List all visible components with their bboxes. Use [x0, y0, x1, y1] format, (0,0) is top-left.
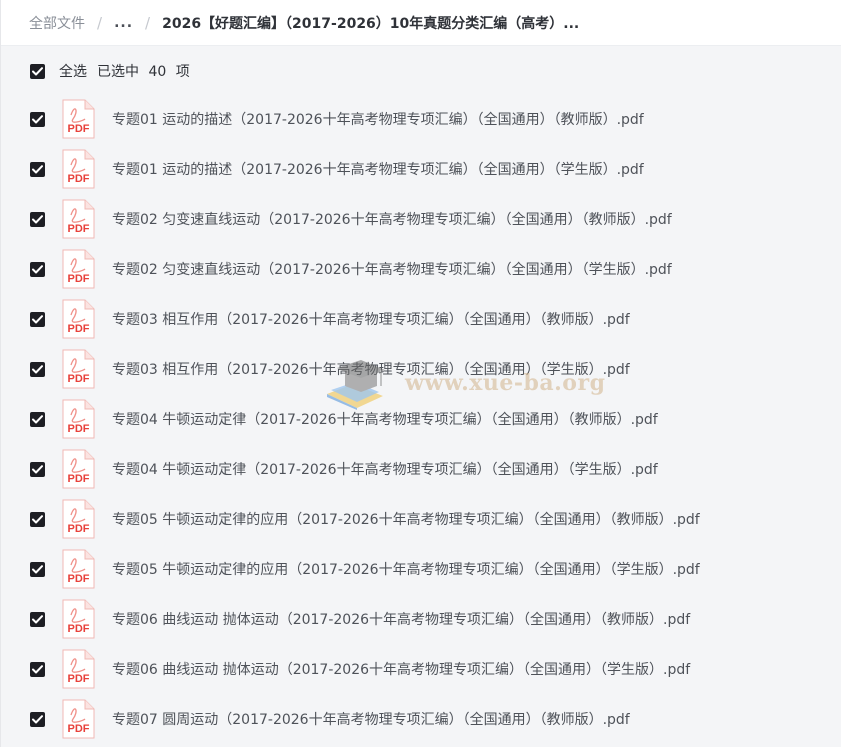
- svg-text:PDF: PDF: [68, 523, 90, 535]
- pdf-icon: PDF: [62, 199, 95, 239]
- svg-text:PDF: PDF: [68, 673, 90, 685]
- check-icon: [32, 664, 43, 673]
- file-row[interactable]: PDF 专题05 牛顿运动定律的应用（2017-2026十年高考物理专项汇编）（…: [1, 544, 841, 594]
- svg-text:PDF: PDF: [68, 623, 90, 635]
- file-browser: 全部文件 / ... / 2026【好题汇编】（2017-2026）10年真题分…: [0, 0, 841, 747]
- svg-text:PDF: PDF: [68, 373, 90, 385]
- pdf-icon: PDF: [62, 299, 95, 339]
- file-row[interactable]: PDF 专题06 曲线运动 抛体运动（2017-2026十年高考物理专项汇编）（…: [1, 594, 841, 644]
- pdf-icon: PDF: [62, 549, 95, 589]
- breadcrumb-ellipsis[interactable]: ...: [114, 15, 133, 31]
- file-checkbox[interactable]: [30, 661, 45, 677]
- svg-text:PDF: PDF: [68, 123, 90, 135]
- check-icon: [32, 314, 43, 323]
- pdf-icon: PDF: [62, 399, 95, 439]
- pdf-icon: PDF: [62, 449, 95, 489]
- svg-text:PDF: PDF: [68, 323, 90, 335]
- file-checkbox[interactable]: [30, 561, 45, 577]
- file-checkbox[interactable]: [30, 111, 45, 127]
- file-row[interactable]: PDF 专题06 曲线运动 抛体运动（2017-2026十年高考物理专项汇编）（…: [1, 644, 841, 694]
- check-icon: [32, 214, 43, 223]
- pdf-icon: PDF: [62, 699, 95, 739]
- file-row[interactable]: PDF 专题01 运动的描述（2017-2026十年高考物理专项汇编）（全国通用…: [1, 144, 841, 194]
- file-name: 专题03 相互作用（2017-2026十年高考物理专项汇编）（全国通用）（教师版…: [112, 312, 630, 328]
- file-row[interactable]: PDF 专题03 相互作用（2017-2026十年高考物理专项汇编）（全国通用）…: [1, 294, 841, 344]
- check-icon: [32, 164, 43, 173]
- svg-text:PDF: PDF: [68, 223, 90, 235]
- file-row[interactable]: PDF 专题04 牛顿运动定律（2017-2026十年高考物理专项汇编）（全国通…: [1, 444, 841, 494]
- file-row[interactable]: PDF 专题02 匀变速直线运动（2017-2026十年高考物理专项汇编）（全国…: [1, 244, 841, 294]
- check-icon: [32, 514, 43, 523]
- file-name: 专题02 匀变速直线运动（2017-2026十年高考物理专项汇编）（全国通用）（…: [112, 262, 672, 278]
- select-all-label[interactable]: 全选: [59, 61, 87, 81]
- file-name: 专题07 圆周运动（2017-2026十年高考物理专项汇编）（全国通用）（教师版…: [112, 712, 630, 728]
- file-name: 专题05 牛顿运动定律的应用（2017-2026十年高考物理专项汇编）（全国通用…: [112, 512, 700, 528]
- pdf-icon: PDF: [62, 499, 95, 539]
- file-checkbox[interactable]: [30, 211, 45, 227]
- file-name: 专题06 曲线运动 抛体运动（2017-2026十年高考物理专项汇编）（全国通用…: [112, 612, 691, 628]
- file-name: 专题05 牛顿运动定律的应用（2017-2026十年高考物理专项汇编）（全国通用…: [112, 562, 700, 578]
- svg-text:PDF: PDF: [68, 273, 90, 285]
- file-checkbox[interactable]: [30, 161, 45, 177]
- svg-text:PDF: PDF: [68, 723, 90, 735]
- pdf-icon: PDF: [62, 349, 95, 389]
- svg-text:PDF: PDF: [68, 423, 90, 435]
- check-icon: [32, 114, 43, 123]
- file-name: 专题01 运动的描述（2017-2026十年高考物理专项汇编）（全国通用）（教师…: [112, 112, 644, 128]
- svg-text:PDF: PDF: [68, 573, 90, 585]
- check-icon: [32, 714, 43, 723]
- breadcrumb-separator: /: [145, 13, 151, 32]
- file-row[interactable]: PDF 专题02 匀变速直线运动（2017-2026十年高考物理专项汇编）（全国…: [1, 194, 841, 244]
- file-name: 专题02 匀变速直线运动（2017-2026十年高考物理专项汇编）（全国通用）（…: [112, 212, 672, 228]
- file-checkbox[interactable]: [30, 461, 45, 477]
- breadcrumb-current-folder: 2026【好题汇编】（2017-2026）10年真题分类汇编（高考）...: [162, 15, 580, 32]
- check-icon: [32, 364, 43, 373]
- pdf-icon: PDF: [62, 599, 95, 639]
- pdf-icon: PDF: [62, 149, 95, 189]
- svg-text:PDF: PDF: [68, 473, 90, 485]
- file-checkbox[interactable]: [30, 611, 45, 627]
- check-icon: [32, 564, 43, 573]
- file-checkbox[interactable]: [30, 711, 45, 727]
- file-name: 专题03 相互作用（2017-2026十年高考物理专项汇编）（全国通用）（学生版…: [112, 362, 630, 378]
- file-name: 专题04 牛顿运动定律（2017-2026十年高考物理专项汇编）（全国通用）（学…: [112, 462, 658, 478]
- check-icon: [32, 264, 43, 273]
- svg-text:PDF: PDF: [68, 173, 90, 185]
- file-checkbox[interactable]: [30, 361, 45, 377]
- file-checkbox[interactable]: [30, 511, 45, 527]
- check-icon: [32, 414, 43, 423]
- pdf-icon: PDF: [62, 649, 95, 689]
- file-row[interactable]: PDF 专题04 牛顿运动定律（2017-2026十年高考物理专项汇编）（全国通…: [1, 394, 841, 444]
- select-all-checkbox[interactable]: [30, 63, 45, 79]
- file-checkbox[interactable]: [30, 311, 45, 327]
- file-row[interactable]: PDF 专题01 运动的描述（2017-2026十年高考物理专项汇编）（全国通用…: [1, 94, 841, 144]
- check-icon: [32, 464, 43, 473]
- file-row[interactable]: PDF 专题05 牛顿运动定律的应用（2017-2026十年高考物理专项汇编）（…: [1, 494, 841, 544]
- check-icon: [32, 614, 43, 623]
- file-row[interactable]: PDF 专题03 相互作用（2017-2026十年高考物理专项汇编）（全国通用）…: [1, 344, 841, 394]
- breadcrumb-root[interactable]: 全部文件: [29, 13, 85, 33]
- file-checkbox[interactable]: [30, 261, 45, 277]
- select-all-row: 全选 已选中 40 项: [1, 56, 190, 86]
- pdf-icon: PDF: [62, 99, 95, 139]
- file-list: PDF 专题01 运动的描述（2017-2026十年高考物理专项汇编）（全国通用…: [1, 94, 841, 744]
- selected-count-text: 已选中 40 项: [97, 64, 190, 80]
- check-icon: [32, 66, 43, 75]
- breadcrumb: 全部文件 / ... / 2026【好题汇编】（2017-2026）10年真题分…: [1, 0, 841, 46]
- breadcrumb-separator: /: [97, 13, 103, 32]
- file-row[interactable]: PDF 专题07 圆周运动（2017-2026十年高考物理专项汇编）（全国通用）…: [1, 694, 841, 744]
- file-checkbox[interactable]: [30, 411, 45, 427]
- pdf-icon: PDF: [62, 249, 95, 289]
- file-name: 专题04 牛顿运动定律（2017-2026十年高考物理专项汇编）（全国通用）（教…: [112, 412, 658, 428]
- file-name: 专题01 运动的描述（2017-2026十年高考物理专项汇编）（全国通用）（学生…: [112, 162, 644, 178]
- file-name: 专题06 曲线运动 抛体运动（2017-2026十年高考物理专项汇编）（全国通用…: [112, 662, 691, 678]
